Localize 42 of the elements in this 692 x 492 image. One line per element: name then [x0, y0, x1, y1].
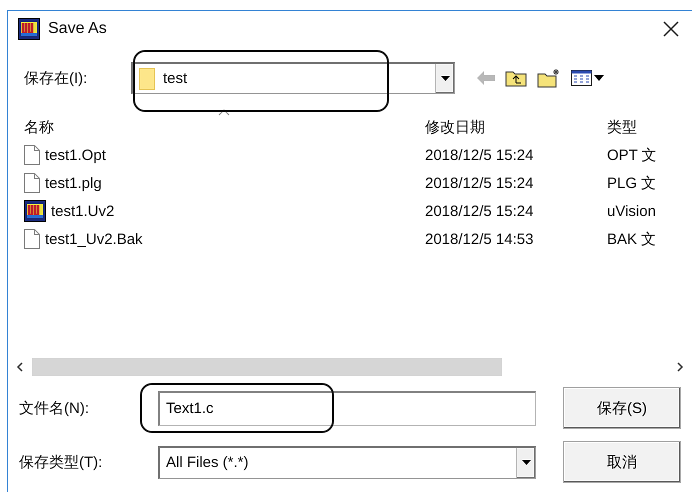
caret-icon	[440, 76, 450, 81]
window-title: Save As	[48, 20, 108, 38]
file-name-label: 文件名(N):	[18, 398, 90, 418]
app-icon	[18, 18, 40, 40]
close-icon[interactable]	[663, 21, 679, 37]
up-folder-icon[interactable]	[505, 69, 527, 87]
file-name[interactable]: test1.Opt	[45, 146, 106, 164]
dropdown-button[interactable]	[516, 448, 535, 478]
scrollbar-thumb[interactable]	[32, 358, 502, 376]
dropdown-button[interactable]	[435, 64, 454, 93]
file-type-dropdown[interactable]: All Files (*.*)	[158, 446, 536, 478]
app-icon	[24, 200, 46, 222]
column-header[interactable]: 类型	[607, 119, 637, 136]
file-type: PLG 文	[607, 174, 656, 192]
file-name[interactable]: test1_Uv2.Bak	[45, 230, 143, 248]
modified-date: 2018/12/5 15:24	[425, 174, 534, 192]
document-icon	[24, 173, 40, 193]
modified-date: 2018/12/5 14:53	[425, 230, 534, 248]
column-header[interactable]: 修改日期	[425, 119, 485, 136]
file-type: BAK 文	[607, 230, 656, 248]
modified-date: 2018/12/5 15:24	[425, 202, 534, 220]
column-header[interactable]: 名称	[24, 118, 54, 137]
look-in-dropdown[interactable]: test	[131, 62, 455, 94]
file-type: uVision	[607, 202, 656, 220]
save-button[interactable]: 保存(S)	[563, 387, 681, 429]
file-type: OPT 文	[607, 146, 657, 164]
scroll-right-icon[interactable]	[676, 362, 684, 372]
document-icon	[24, 229, 40, 249]
file-name[interactable]: test1.plg	[45, 174, 102, 192]
file-name[interactable]: test1.Uv2	[51, 202, 114, 220]
cancel-button[interactable]: 取消	[563, 441, 681, 483]
document-icon	[24, 145, 40, 165]
caret-icon	[522, 460, 530, 465]
modified-date: 2018/12/5 15:24	[425, 146, 534, 164]
sort-indicator-icon	[218, 109, 230, 116]
new-folder-icon[interactable]	[537, 68, 561, 88]
file-type-label: 保存类型(T):	[18, 452, 104, 472]
look-in-label: 保存在(I):	[23, 68, 88, 88]
view-menu-icon[interactable]	[571, 69, 605, 87]
folder-icon	[139, 68, 155, 90]
scroll-left-icon[interactable]	[16, 362, 24, 372]
file-name-field[interactable]: Text1.c	[158, 390, 536, 426]
